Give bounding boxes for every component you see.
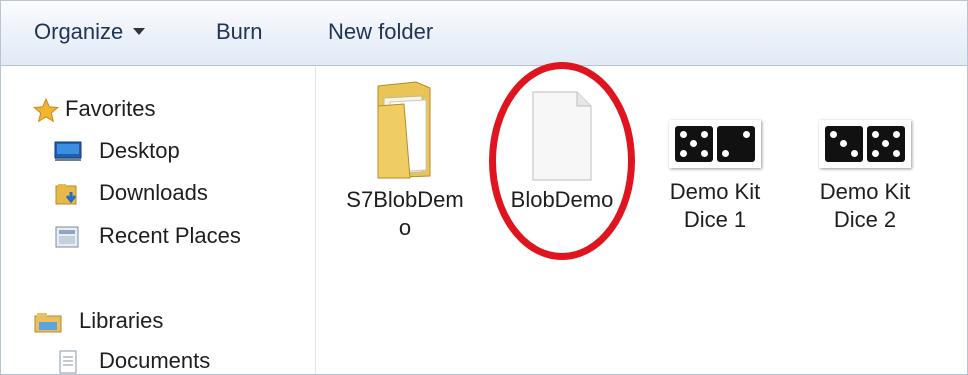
star-icon: [33, 98, 59, 122]
recent-places-label: Recent Places: [99, 223, 241, 248]
folder-icon: [377, 81, 431, 179]
navigation-pane: Favorites Desktop Downloads Recent Place…: [1, 66, 316, 374]
highlight-circle-annotation: [489, 62, 635, 260]
file-name-line1: S7BlobDem: [346, 187, 464, 212]
documents-label: Documents: [99, 348, 211, 373]
documents-icon: [59, 350, 77, 374]
favorites-label: Favorites: [65, 96, 156, 121]
desktop-label: Desktop: [99, 138, 180, 163]
desktop-icon: [54, 141, 82, 161]
file-name-line1: Demo Kit: [819, 179, 911, 204]
file-item-demo-kit-dice-2[interactable]: Demo Kit Dice 2: [810, 120, 920, 234]
organize-menu-button[interactable]: Organize: [34, 19, 146, 45]
libraries-icon: [34, 313, 62, 333]
burn-button[interactable]: Burn: [216, 19, 262, 45]
dropdown-caret-icon: [133, 28, 146, 36]
recent-places-icon: [55, 226, 79, 248]
file-name-line2: o: [398, 215, 412, 240]
file-name-line2: Dice 1: [683, 207, 747, 232]
organize-label: Organize: [34, 19, 124, 44]
file-name-line2: Dice 2: [833, 207, 897, 232]
dice-thumbnail-icon: [819, 120, 911, 168]
file-item-s7blobdemo[interactable]: S7BlobDem o: [335, 80, 475, 242]
file-name-line1: Demo Kit: [669, 179, 761, 204]
downloads-folder-icon: [55, 184, 77, 205]
new-folder-button[interactable]: New folder: [328, 19, 433, 45]
libraries-label: Libraries: [79, 308, 164, 333]
dice-thumbnail-icon: [669, 120, 761, 168]
file-item-demo-kit-dice-1[interactable]: Demo Kit Dice 1: [660, 120, 770, 234]
downloads-label: Downloads: [99, 180, 208, 205]
command-bar: Organize Burn New folder: [1, 1, 967, 66]
